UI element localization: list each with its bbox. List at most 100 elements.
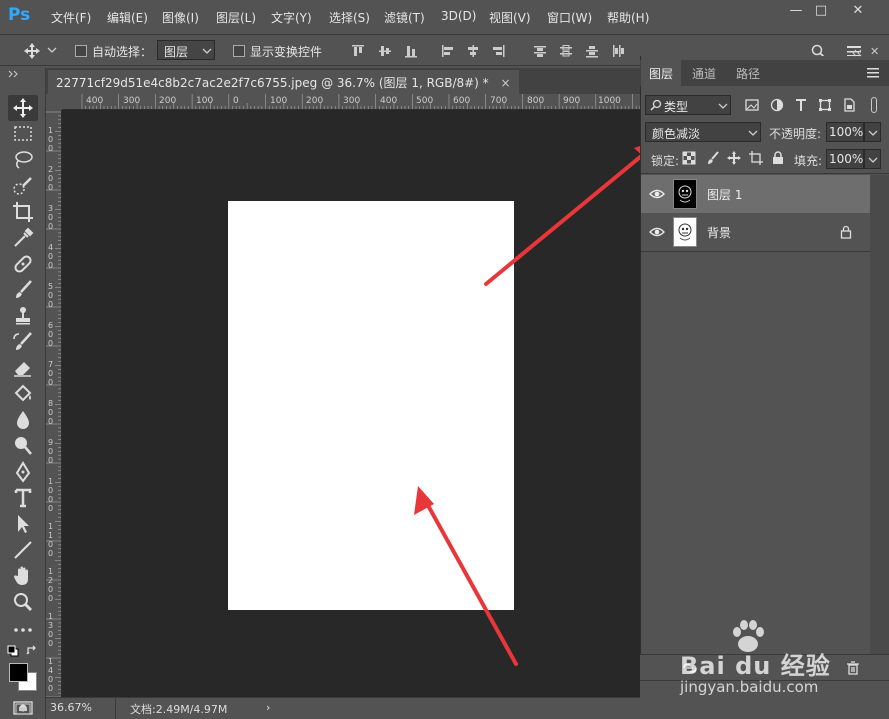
foreground-color-swatch[interactable] xyxy=(9,663,28,682)
filter-adjustment-icon[interactable] xyxy=(770,98,784,112)
collapse-toolbar-icon[interactable] xyxy=(8,70,20,78)
align-vcenter-icon[interactable] xyxy=(377,43,393,59)
filter-toggle[interactable] xyxy=(866,95,882,115)
blur-tool-icon[interactable] xyxy=(11,408,35,432)
hand-tool-icon[interactable] xyxy=(11,564,35,588)
document-tab[interactable]: 22771cf29d51e4c8b2c7ac2e2f7c6755.jpeg @ … xyxy=(48,70,519,94)
opacity-field[interactable]: 100% xyxy=(826,122,864,142)
zoom-value: 36.67% xyxy=(50,701,92,714)
menu-image[interactable]: 图像(I) xyxy=(162,9,199,26)
clone-stamp-tool-icon[interactable] xyxy=(11,304,35,328)
healing-brush-tool-icon[interactable] xyxy=(11,252,35,276)
align-left-icon[interactable] xyxy=(440,43,456,59)
layer-name[interactable]: 图层 1 xyxy=(707,186,742,203)
align-hcenter-icon[interactable] xyxy=(465,43,481,59)
menu-edit[interactable]: 编辑(E) xyxy=(107,9,148,26)
menu-view[interactable]: 视图(V) xyxy=(489,9,531,26)
opacity-value: 100% xyxy=(829,125,864,139)
ruler-label: 1 3 0 0 xyxy=(48,612,54,648)
distribute-bottom-icon[interactable] xyxy=(584,43,600,59)
filter-smart-object-icon[interactable] xyxy=(842,98,856,112)
move-tool-icon[interactable] xyxy=(11,96,35,120)
layer-name[interactable]: 背景 xyxy=(707,224,731,241)
more-tools-icon[interactable] xyxy=(11,618,35,642)
brush-tool-icon[interactable] xyxy=(11,278,35,302)
distribute-vcenter-icon[interactable] xyxy=(558,43,574,59)
eraser-tool-icon[interactable] xyxy=(11,356,35,380)
lock-all-icon[interactable] xyxy=(771,151,785,165)
menu-select[interactable]: 选择(S) xyxy=(329,9,370,26)
menu-layer[interactable]: 图层(L) xyxy=(216,9,256,26)
lock-label: 锁定: xyxy=(651,154,680,168)
menu-3d[interactable]: 3D(D) xyxy=(441,9,476,23)
lock-position-icon[interactable] xyxy=(727,151,741,165)
menu-window[interactable]: 窗口(W) xyxy=(547,9,592,26)
crop-tool-icon[interactable] xyxy=(11,200,35,224)
chevron-down-icon[interactable] xyxy=(47,46,57,54)
screen-mode-icon[interactable] xyxy=(14,703,32,715)
default-colors-icon[interactable] xyxy=(7,645,19,657)
filter-type-icon[interactable] xyxy=(794,98,808,112)
align-right-icon[interactable] xyxy=(490,43,506,59)
show-transform-checkbox[interactable] xyxy=(233,45,245,57)
tab-layers[interactable]: 图层 xyxy=(641,60,682,86)
zoom-field[interactable]: 36.67% xyxy=(46,698,116,719)
document-tab-close[interactable]: × xyxy=(501,76,511,90)
auto-select-target-select[interactable]: 图层 xyxy=(157,40,215,60)
lock-artboard-icon[interactable] xyxy=(749,151,763,165)
horizontal-ruler[interactable]: 400 300 200 100 0 100 200 300 400 500 60… xyxy=(62,94,640,110)
path-selection-tool-icon[interactable] xyxy=(11,512,35,536)
layer-filter-select[interactable]: 类型 xyxy=(645,95,731,115)
filter-shape-icon[interactable] xyxy=(818,98,832,112)
align-bottom-icon[interactable] xyxy=(403,43,419,59)
tab-channels[interactable]: 通道 xyxy=(684,60,724,86)
status-menu-arrow[interactable]: › xyxy=(266,701,270,714)
blend-mode-select[interactable]: 颜色减淡 xyxy=(645,122,761,142)
swap-colors-icon[interactable] xyxy=(26,645,38,657)
distribute-left-icon[interactable] xyxy=(610,43,626,59)
line-tool-icon[interactable] xyxy=(11,538,35,562)
ruler-corner[interactable] xyxy=(46,94,62,110)
marquee-tool-icon[interactable] xyxy=(11,122,35,146)
align-top-icon[interactable] xyxy=(350,43,366,59)
lock-icon[interactable] xyxy=(840,225,852,239)
lock-image-icon[interactable] xyxy=(706,151,720,165)
tab-paths[interactable]: 路径 xyxy=(728,60,768,86)
paint-bucket-tool-icon[interactable] xyxy=(11,382,35,406)
eyedropper-tool-icon[interactable] xyxy=(11,226,35,250)
eye-icon[interactable] xyxy=(649,226,665,238)
layer-row[interactable]: 图层 1 xyxy=(641,175,870,213)
filter-pixel-icon[interactable] xyxy=(745,98,759,112)
maximize-button[interactable]: □ xyxy=(806,2,836,20)
opacity-dropdown[interactable] xyxy=(864,122,881,142)
layer-row[interactable]: 背景 xyxy=(641,213,870,251)
menu-help[interactable]: 帮助(H) xyxy=(607,9,649,26)
filter-toggle-knob xyxy=(871,97,877,113)
distribute-top-icon[interactable] xyxy=(532,43,548,59)
collapse-panel-icon[interactable] xyxy=(851,49,863,57)
zoom-tool-icon[interactable] xyxy=(11,590,35,614)
menu-filter[interactable]: 滤镜(T) xyxy=(384,9,425,26)
dodge-tool-icon[interactable] xyxy=(11,434,35,458)
menu-type[interactable]: 文字(Y) xyxy=(271,9,312,26)
move-tool-icon[interactable] xyxy=(22,42,42,60)
pen-tool-icon[interactable] xyxy=(11,460,35,484)
panel-menu-icon[interactable] xyxy=(866,67,880,79)
auto-select-checkbox[interactable] xyxy=(75,45,87,57)
close-panel-icon[interactable]: ✕ xyxy=(870,45,879,58)
menu-file[interactable]: 文件(F) xyxy=(51,9,91,26)
layers-scrollbar[interactable] xyxy=(870,175,889,654)
close-window-button[interactable]: ✕ xyxy=(843,2,873,20)
lock-transparent-icon[interactable] xyxy=(682,151,696,165)
history-brush-tool-icon[interactable] xyxy=(11,330,35,354)
quick-selection-tool-icon[interactable] xyxy=(11,174,35,198)
fill-field[interactable]: 100% xyxy=(826,149,864,169)
vertical-ruler[interactable]: 1 0 0 2 0 0 3 0 0 4 0 0 5 0 0 6 0 0 7 0 … xyxy=(46,110,62,697)
eye-icon[interactable] xyxy=(649,188,665,200)
chevron-down-icon xyxy=(748,130,758,136)
document-tab-title: 22771cf29d51e4c8b2c7ac2e2f7c6755.jpeg @ … xyxy=(56,76,489,90)
lasso-tool-icon[interactable] xyxy=(11,148,35,172)
type-tool-icon[interactable] xyxy=(11,486,35,510)
document-canvas[interactable] xyxy=(228,201,514,610)
fill-dropdown[interactable] xyxy=(864,149,881,169)
